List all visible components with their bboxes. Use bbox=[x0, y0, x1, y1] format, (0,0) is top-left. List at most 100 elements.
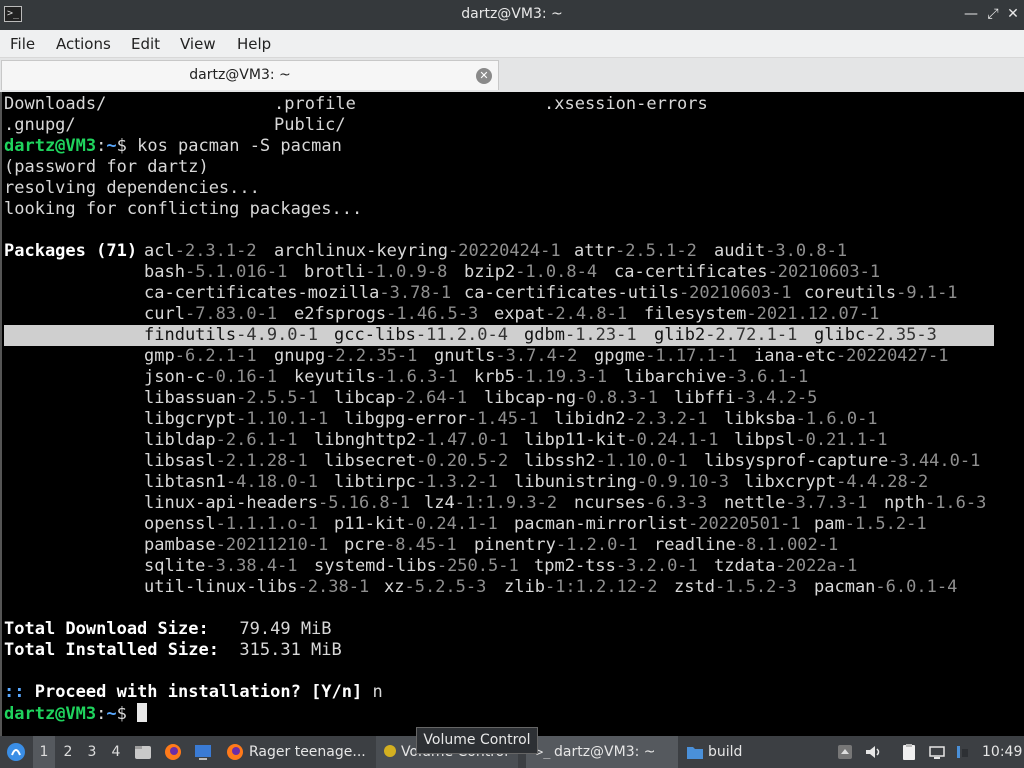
installed-size-label: Total Installed Size: bbox=[4, 640, 219, 660]
minimize-icon[interactable]: — bbox=[962, 5, 980, 23]
package-name: pam bbox=[814, 514, 845, 534]
package-entry: libunistring-0.9.10-3 bbox=[514, 472, 729, 493]
menu-actions[interactable]: Actions bbox=[56, 35, 111, 53]
package-version: -0.21.1-1 bbox=[795, 430, 888, 450]
window-titlebar[interactable]: >_ dartz@VM3: ~ — ⤢ ✕ bbox=[0, 0, 1024, 30]
command-line: dartz@VM3:~$ kos pacman -S pacman bbox=[4, 136, 1004, 157]
package-entry: libnghttp2-1.47.0-1 bbox=[314, 430, 508, 451]
package-entry: pinentry-1.2.0-1 bbox=[474, 535, 638, 556]
menu-help[interactable]: Help bbox=[237, 35, 271, 53]
package-line: libgcrypt-1.10.1-1 libgpg-error-1.45-1 lib… bbox=[4, 409, 1004, 430]
package-entry: pcre-8.45-1 bbox=[344, 535, 457, 556]
download-size-value: 79.49 MiB bbox=[208, 619, 332, 639]
workspace-2[interactable]: 2 bbox=[57, 736, 79, 768]
package-entry: libffi-3.4.2-5 bbox=[674, 388, 817, 409]
file-manager-icon[interactable] bbox=[134, 743, 152, 761]
workspace-4[interactable]: 4 bbox=[105, 736, 127, 768]
package-entry: filesystem-2021.12.07-1 bbox=[644, 304, 879, 325]
package-name: libnghttp2 bbox=[314, 430, 417, 450]
package-entry: systemd-libs-250.5-1 bbox=[314, 556, 519, 577]
tray-arrow-icon[interactable] bbox=[836, 743, 854, 761]
package-entry: zlib-1:1.2.12-2 bbox=[504, 577, 658, 598]
package-version: -0.20.5-2 bbox=[416, 451, 509, 471]
package-name: nettle bbox=[724, 493, 786, 513]
package-entry: json-c-0.16-1 bbox=[144, 367, 277, 388]
package-entry: krb5-1.19.3-1 bbox=[474, 367, 607, 388]
package-entry: libcap-ng-0.8.3-1 bbox=[484, 388, 658, 409]
menu-edit[interactable]: Edit bbox=[131, 35, 160, 53]
package-version: -4.4.28-2 bbox=[836, 472, 929, 492]
task-build[interactable]: build bbox=[708, 736, 788, 768]
package-entry: pacman-mirrorlist-20220501-1 bbox=[514, 514, 801, 535]
package-name: gmp bbox=[144, 346, 175, 366]
package-version: -5.1.016-1 bbox=[184, 262, 288, 282]
firefox-icon[interactable] bbox=[164, 743, 182, 761]
package-name: ca-certificates bbox=[614, 262, 768, 282]
package-version: -0.8.3-1 bbox=[576, 388, 659, 408]
package-name: ca-certificates-mozilla bbox=[144, 283, 380, 303]
package-version: -3.0.8-1 bbox=[765, 241, 848, 261]
package-name: systemd-libs bbox=[314, 556, 437, 576]
package-entry: libxcrypt-4.4.28-2 bbox=[744, 472, 928, 493]
terminal-scrollbar[interactable] bbox=[1002, 94, 1022, 734]
ls-entry: Downloads/ bbox=[4, 94, 107, 114]
package-version: -1.6-3 bbox=[924, 493, 987, 513]
prompt-separator: : bbox=[96, 136, 107, 156]
package-entry: expat-2.4.8-1 bbox=[494, 304, 627, 325]
tab-terminal[interactable]: dartz@VM3: ~ ✕ bbox=[1, 60, 499, 90]
package-name: audit bbox=[714, 241, 766, 261]
package-entry: e2fsprogs-1.46.5-3 bbox=[294, 304, 478, 325]
package-entry: gmp-6.2.1-1 bbox=[144, 346, 257, 367]
package-entry: lz4-1:1.9.3-2 bbox=[424, 493, 557, 514]
start-menu-icon[interactable] bbox=[6, 742, 26, 762]
package-name: glib2 bbox=[654, 325, 706, 345]
package-entry: libpsl-0.21.1-1 bbox=[734, 430, 888, 451]
package-name: libidn2 bbox=[554, 409, 626, 429]
prompt-separator: : bbox=[96, 704, 107, 724]
package-version: -0.16-1 bbox=[205, 367, 278, 387]
task-terminal[interactable]: >_ dartz@VM3: ~ bbox=[526, 736, 678, 768]
package-version: -0.24.1-1 bbox=[405, 514, 498, 534]
package-version: -3.38.4-1 bbox=[205, 556, 298, 576]
package-entry: pacman-6.0.1-4 bbox=[814, 577, 957, 598]
package-entry: ca-certificates-utils-20210603-1 bbox=[464, 283, 792, 304]
package-name: readline bbox=[654, 535, 736, 555]
package-name: libcap-ng bbox=[484, 388, 577, 408]
package-version: -20210603-1 bbox=[767, 262, 881, 282]
package-entry: readline-8.1.002-1 bbox=[654, 535, 838, 556]
total-download-line: Total Download Size: 79.49 MiB bbox=[4, 619, 1004, 640]
package-entry: glibc-2.35-3 bbox=[814, 325, 937, 346]
package-name: iana-etc bbox=[754, 346, 836, 366]
close-icon[interactable]: ✕ bbox=[1004, 5, 1022, 23]
tab-bar: dartz@VM3: ~ ✕ bbox=[0, 58, 1024, 92]
package-version: -1.45-1 bbox=[466, 409, 539, 429]
package-entry: gcc-libs-11.2.0-4 bbox=[334, 325, 508, 346]
workspace-1[interactable]: 1 bbox=[33, 736, 55, 768]
workspace-3[interactable]: 3 bbox=[81, 736, 103, 768]
network-icon[interactable] bbox=[928, 743, 946, 761]
package-line: curl-7.83.0-1 e2fsprogs-1.46.5-3 expat-2.4… bbox=[4, 304, 1004, 325]
package-entry: gnupg-2.2.35-1 bbox=[274, 346, 417, 367]
package-name: libp11-kit bbox=[524, 430, 627, 450]
task-firefox[interactable]: Rager teenage... bbox=[249, 736, 369, 768]
package-name: krb5 bbox=[474, 367, 515, 387]
package-name: libsasl bbox=[144, 451, 216, 471]
package-name: linux-api-headers bbox=[144, 493, 318, 513]
package-line: gmp-6.2.1-1 gnupg-2.2.35-1 gnutls-3.7.4-2 g… bbox=[4, 346, 1004, 367]
clock[interactable]: 10:49 bbox=[982, 736, 1022, 768]
speaker-icon[interactable] bbox=[864, 743, 882, 761]
maximize-icon[interactable]: ⤢ bbox=[984, 5, 1002, 23]
menu-view[interactable]: View bbox=[180, 35, 216, 53]
menu-bar: File Actions Edit View Help bbox=[0, 30, 1024, 58]
package-version: -2.2.35-1 bbox=[325, 346, 418, 366]
package-entry: gpgme-1.17.1-1 bbox=[594, 346, 737, 367]
tab-close-icon[interactable]: ✕ bbox=[476, 68, 492, 84]
package-name: p11-kit bbox=[334, 514, 406, 534]
clipboard-icon[interactable] bbox=[900, 743, 918, 761]
ls-entry: .profile bbox=[274, 94, 356, 114]
keyboard-layout-icon[interactable] bbox=[956, 743, 970, 761]
package-name: tpm2-tss bbox=[534, 556, 616, 576]
show-desktop-icon[interactable] bbox=[194, 743, 212, 761]
menu-file[interactable]: File bbox=[10, 35, 35, 53]
terminal-area[interactable]: Downloads/.profile .xsession-errors .gnupg… bbox=[0, 92, 1024, 736]
